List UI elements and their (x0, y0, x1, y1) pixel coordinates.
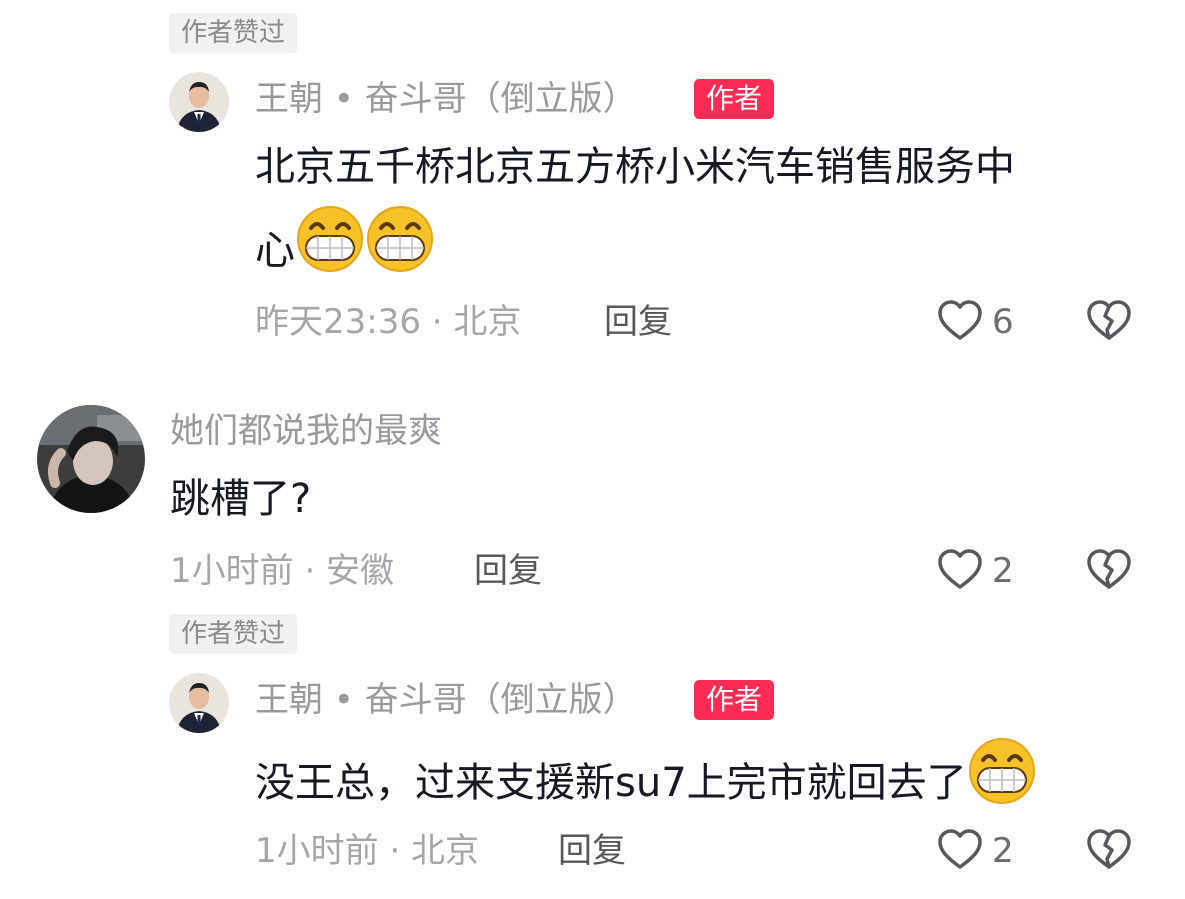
comment-author-name[interactable]: 王朝 • 奋斗哥（倒立版） (255, 678, 637, 722)
dislike-button[interactable] (1085, 546, 1133, 594)
comment-text-line: 北京五千桥北京五方桥小米汽车销售服务中 (255, 144, 1015, 190)
avatar-man-suit-icon (169, 673, 229, 733)
comment-text: 没王总，过来支援新su7上完市就回去了 (255, 736, 1037, 830)
grin-emoji-icon (295, 204, 365, 298)
avatar[interactable] (37, 405, 145, 513)
like-count: 2 (992, 551, 1014, 591)
author-liked-tag: 作者赞过 (169, 614, 298, 654)
avatar-man-suit-icon (169, 72, 229, 132)
author-badge: 作者 (694, 680, 775, 720)
avatar-young-man-icon (37, 405, 145, 513)
comment-author-name[interactable]: 王朝 • 奋斗哥（倒立版） (255, 77, 637, 121)
reply-button[interactable]: 回复 (604, 300, 672, 344)
broken-heart-icon (1087, 829, 1131, 869)
like-button[interactable] (936, 546, 984, 594)
author-badge: 作者 (694, 79, 775, 119)
author-liked-tag: 作者赞过 (169, 13, 298, 53)
avatar[interactable] (169, 72, 229, 132)
avatar[interactable] (169, 673, 229, 733)
broken-heart-icon (1087, 300, 1131, 340)
comment-author-name[interactable]: 她们都说我的最爽 (170, 409, 442, 453)
dislike-button[interactable] (1085, 826, 1133, 874)
dislike-button[interactable] (1085, 297, 1133, 345)
broken-heart-icon (1087, 549, 1131, 589)
like-button[interactable] (936, 297, 984, 345)
comment-text: 跳槽了? (170, 476, 312, 522)
comment-meta: 1小时前 · 北京 (255, 831, 480, 871)
grin-emoji-icon (967, 736, 1037, 830)
reply-button[interactable]: 回复 (474, 549, 542, 593)
comment-text-line: 心 (255, 228, 295, 274)
like-count: 6 (992, 302, 1014, 342)
like-button[interactable] (936, 826, 984, 874)
heart-outline-icon (938, 549, 982, 589)
reply-button[interactable]: 回复 (558, 829, 626, 873)
heart-outline-icon (938, 300, 982, 340)
comment-text-line: 没王总，过来支援新su7上完市就回去了 (255, 760, 967, 806)
grin-emoji-icon (365, 204, 435, 298)
heart-outline-icon (938, 829, 982, 869)
comment-text: 北京五千桥北京五方桥小米汽车销售服务中 心 (255, 130, 1135, 298)
comment-meta: 1小时前 · 安徽 (170, 551, 395, 591)
comment-meta: 昨天23:36 · 北京 (255, 302, 522, 342)
like-count: 2 (992, 831, 1014, 871)
